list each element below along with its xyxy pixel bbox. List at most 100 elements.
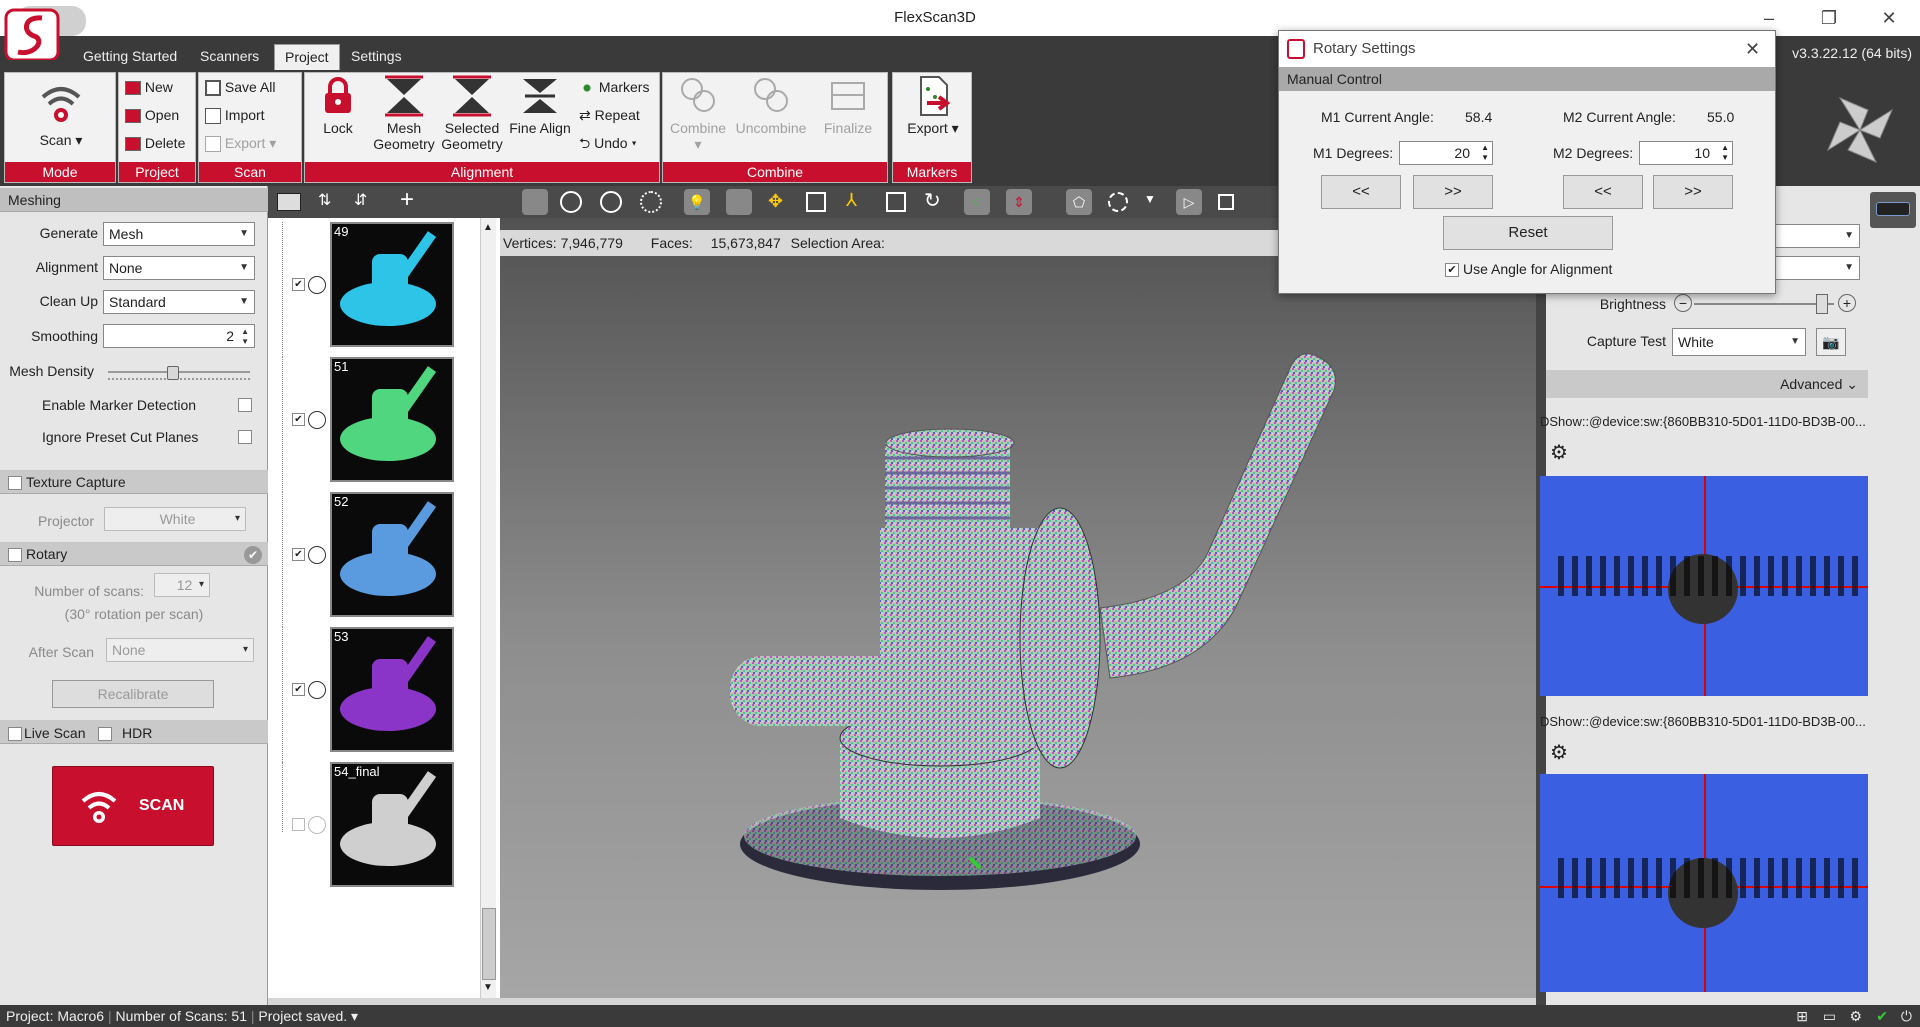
mesh-density-slider[interactable]	[108, 366, 250, 380]
scrollbar-thumb[interactable]	[482, 908, 496, 980]
cut-plane-icon[interactable]: ⇕	[1006, 189, 1032, 215]
reset-button[interactable]: Reset	[1443, 216, 1613, 250]
render-shaded-icon[interactable]	[522, 189, 548, 215]
scan-visible-checkbox[interactable]: ✔	[292, 413, 305, 426]
tab-scanners[interactable]: Scanners	[190, 44, 269, 70]
scan-visible-checkbox[interactable]	[292, 818, 305, 831]
console-icon[interactable]: ▭	[1823, 1005, 1836, 1027]
scroll-up-icon[interactable]: ▲	[483, 222, 493, 233]
tab-settings[interactable]: Settings	[341, 44, 412, 70]
slider-thumb[interactable]	[166, 366, 179, 380]
ignore-cut-planes-checkbox[interactable]	[238, 430, 252, 444]
circle-select-icon[interactable]	[1108, 192, 1128, 212]
scan-mesh-icon[interactable]	[308, 816, 326, 834]
scan-mode-button[interactable]: Scan ▾	[25, 79, 97, 149]
markers-view-icon[interactable]: ⁘	[964, 189, 990, 215]
slider-thumb[interactable]	[1816, 294, 1828, 314]
scan-mesh-icon[interactable]	[308, 276, 326, 294]
stop-icon[interactable]	[1218, 194, 1234, 210]
scan-thumbnail[interactable]: 51	[330, 357, 454, 482]
render-dots-icon[interactable]	[640, 191, 662, 213]
undo-button[interactable]: ⮌ Undo ▾	[579, 131, 637, 155]
export-markers-button[interactable]: Export ▾	[897, 75, 969, 137]
texture-capture-checkbox[interactable]	[8, 476, 22, 490]
marker-detection-checkbox[interactable]	[238, 398, 252, 412]
scan-mesh-icon[interactable]	[308, 411, 326, 429]
scan-thumbnail[interactable]: 49	[330, 222, 454, 347]
mesh-geometry-button[interactable]: Mesh Geometry	[371, 75, 437, 152]
advanced-toggle[interactable]: Advanced ⌄	[1546, 370, 1868, 398]
cleanup-select[interactable]: Standard ▼	[103, 290, 255, 314]
m1-rotate-back-button[interactable]: <<	[1321, 175, 1401, 209]
import-button[interactable]: Import	[205, 103, 265, 127]
new-button[interactable]: New	[125, 75, 173, 99]
power-icon[interactable]: ⏻	[1901, 1005, 1912, 1027]
app-logo[interactable]	[4, 2, 88, 62]
capture-test-select[interactable]: White ▼	[1672, 328, 1806, 356]
thumbnail-view-icon[interactable]	[277, 193, 301, 211]
gear-icon[interactable]: ⚙	[1550, 740, 1568, 765]
alignment-select[interactable]: None ▼	[103, 256, 255, 280]
m1-rotate-forward-button[interactable]: >>	[1413, 175, 1493, 209]
save-all-button[interactable]: Save All	[205, 75, 275, 99]
spinner-arrows-icon[interactable]: ▲ ▼	[1481, 143, 1489, 163]
num-scans-select[interactable]: 12 ▾	[154, 573, 210, 597]
gear-icon[interactable]: ⚙	[1550, 440, 1568, 465]
move-icon[interactable]: ✥	[768, 191, 783, 212]
scan-visible-checkbox[interactable]: ✔	[292, 548, 305, 561]
scan-visible-checkbox[interactable]: ✔	[292, 278, 305, 291]
scan-mesh-icon[interactable]	[308, 546, 326, 564]
render-points-icon[interactable]	[600, 191, 622, 213]
rotary-header[interactable]: Rotary	[0, 542, 268, 566]
smoothing-spinner[interactable]: 2 ▲ ▼	[103, 324, 255, 348]
texture-icon[interactable]	[886, 192, 906, 212]
scanner-device-icon[interactable]	[1870, 192, 1916, 228]
scan-thumbnail[interactable]: 54_final	[330, 762, 454, 887]
brightness-increase-icon[interactable]: +	[1838, 294, 1856, 312]
meshing-header[interactable]: Meshing	[0, 188, 268, 212]
add-device-icon[interactable]: ⊞	[1796, 1005, 1808, 1027]
live-scan-checkbox[interactable]	[8, 727, 22, 741]
add-icon[interactable]: +	[400, 186, 414, 214]
fine-align-button[interactable]: Fine Align	[509, 75, 571, 136]
scan-mesh-icon[interactable]	[308, 681, 326, 699]
chevron-down-icon[interactable]: ▼	[1144, 192, 1156, 206]
scan-visible-checkbox[interactable]: ✔	[292, 683, 305, 696]
scan-thumbnail[interactable]: 53	[330, 627, 454, 752]
delete-button[interactable]: Delete	[125, 131, 185, 155]
restore-icon[interactable]: ❐	[1806, 0, 1852, 36]
bounding-box-icon[interactable]	[806, 192, 826, 212]
use-angle-checkbox[interactable]: ✔	[1445, 263, 1459, 277]
uncombine-button[interactable]: Uncombine	[733, 75, 809, 136]
selected-geometry-button[interactable]: Selected Geometry	[437, 75, 507, 152]
hdr-checkbox[interactable]	[98, 727, 112, 741]
sort-ascending-icon[interactable]: ⇅	[318, 190, 331, 210]
scroll-down-icon[interactable]: ▼	[483, 982, 493, 993]
combine-button[interactable]: Combine ▾	[667, 75, 729, 153]
generate-select[interactable]: Mesh ▼	[103, 222, 255, 246]
3d-viewport[interactable]	[500, 218, 1536, 998]
projector-select[interactable]: White ▾	[104, 507, 246, 531]
axes-icon[interactable]: ⅄	[846, 190, 857, 211]
brightness-slider[interactable]: − +	[1674, 294, 1858, 314]
lasso-select-icon[interactable]: ⬠	[1066, 189, 1092, 215]
scan-button[interactable]: SCAN	[52, 766, 214, 846]
sort-descending-icon[interactable]: ⇵	[354, 190, 367, 210]
scan-list-scrollbar[interactable]: ▲ ▼	[480, 218, 496, 998]
color-map-icon[interactable]	[726, 189, 752, 215]
brightness-decrease-icon[interactable]: −	[1674, 294, 1692, 312]
open-button[interactable]: Open	[125, 103, 179, 127]
rotary-settings-check-icon[interactable]: ✔	[244, 546, 262, 564]
play-icon[interactable]: ▷	[1176, 189, 1202, 215]
markers-align-button[interactable]: Markers	[579, 75, 649, 99]
camera-capture-icon[interactable]: 📷	[1816, 328, 1846, 356]
recalibrate-button[interactable]: Recalibrate	[52, 680, 214, 708]
save-status[interactable]: Project saved.	[258, 1008, 347, 1024]
m2-rotate-back-button[interactable]: <<	[1563, 175, 1643, 209]
export-scan-button[interactable]: Export ▾	[205, 131, 276, 155]
lock-button[interactable]: Lock	[311, 75, 365, 136]
spinner-arrows-icon[interactable]: ▲ ▼	[1721, 143, 1729, 163]
camera-feed-1[interactable]	[1540, 476, 1868, 696]
repeat-button[interactable]: ⇄ Repeat	[579, 103, 640, 127]
render-wireframe-icon[interactable]	[560, 191, 582, 213]
